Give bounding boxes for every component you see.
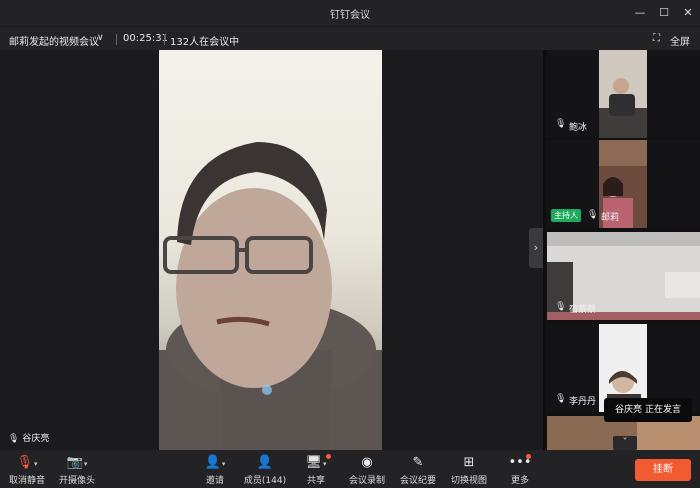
mic-icon: 🎙 <box>587 210 599 220</box>
main-video <box>159 50 382 450</box>
unmute-button[interactable]: 🎙▾ 取消静音 <box>0 454 54 486</box>
window-title: 钉钉会议 <box>330 10 370 21</box>
toast-speaker-name: 谷庆亮 <box>615 405 643 415</box>
notification-dot <box>326 454 331 459</box>
notification-dot <box>526 454 531 459</box>
speaker-name: 谷庆亮 <box>22 434 50 444</box>
members-button[interactable]: 👤 成员(144) <box>238 454 292 486</box>
fullscreen-label[interactable]: 全屏 <box>670 33 690 48</box>
muted-mic-icon: 🎙 <box>555 394 567 404</box>
participant-tile[interactable]: 🎙 宿蔡蔡 <box>547 232 700 320</box>
participant-name: 邮莉 <box>601 213 620 223</box>
divider <box>116 34 117 45</box>
share-button[interactable]: 🖥▾ 共享 <box>289 454 343 486</box>
divider <box>164 34 165 45</box>
camera-button[interactable]: 📷▾ 开摄像头 <box>50 454 104 486</box>
caret-icon[interactable]: ▾ <box>323 460 327 468</box>
camera-label: 开摄像头 <box>58 476 95 486</box>
participant-name: 宿蔡蔡 <box>569 305 597 315</box>
toast-status: 正在发言 <box>644 405 681 415</box>
title-bar: 钉钉会议 — ☐ ✕ <box>0 0 700 26</box>
record-icon: ◉ <box>361 455 373 470</box>
collapse-panel-button[interactable]: › <box>529 228 543 268</box>
more-label: 更多 <box>510 476 529 486</box>
minutes-label: 会议纪要 <box>399 476 436 486</box>
unmute-label: 取消静音 <box>8 476 45 486</box>
share-label: 共享 <box>306 476 325 486</box>
minutes-button[interactable]: ✎ 会议纪要 <box>391 454 445 486</box>
participant-tile[interactable]: 主持人 🎙 邮莉 <box>547 140 700 228</box>
close-icon[interactable]: ✕ <box>679 4 697 22</box>
maximize-icon[interactable]: ☐ <box>655 4 673 22</box>
muted-mic-icon: 🎙 <box>16 455 33 470</box>
meeting-name[interactable]: 邮莉发起的视频会议 <box>9 33 99 48</box>
meeting-info-bar: 邮莉发起的视频会议 ∨ 00:25:31 132人在会议中 ⛶ 全屏 <box>0 26 700 51</box>
participant-name: 鲍冰 <box>569 123 588 133</box>
muted-mic-icon: 🎙 <box>555 119 567 129</box>
record-label: 会议录制 <box>348 476 385 486</box>
muted-mic-icon: 🎙 <box>555 302 567 312</box>
person-icon: 👤 <box>256 455 274 470</box>
bottom-toolbar: 🎙▾ 取消静音 📷▾ 开摄像头 👤▾ 邀请 👤 成员(144) 🖥▾ 共享 ◉ … <box>0 450 700 488</box>
chevron-down-icon: ˅ <box>622 437 628 448</box>
caret-icon[interactable]: ▾ <box>222 460 226 468</box>
caret-icon[interactable]: ▾ <box>34 460 38 468</box>
minutes-icon: ✎ <box>412 455 424 470</box>
grid-view-icon: ⊞ <box>463 455 475 470</box>
main-stage: 🎙 谷庆亮 › <box>0 50 543 450</box>
invite-label: 邀请 <box>205 476 224 486</box>
camera-off-icon: 📷 <box>66 455 83 470</box>
hangup-button[interactable]: 挂断 <box>635 459 691 481</box>
invite-button[interactable]: 👤▾ 邀请 <box>188 454 242 486</box>
speaker-label: 🎙 谷庆亮 <box>8 431 49 444</box>
add-person-icon: 👤 <box>204 455 221 470</box>
speaking-toast: 谷庆亮 正在发言 <box>604 398 692 422</box>
participant-name: 李丹丹 <box>569 397 597 407</box>
record-button[interactable]: ◉ 会议录制 <box>340 454 394 486</box>
attendance-count: 132人在会议中 <box>170 37 240 48</box>
fullscreen-icon[interactable]: ⛶ <box>653 33 660 44</box>
participant-panel: ˄ 🎙 鲍冰 主持人 🎙 邮莉 🎙 宿蔡蔡 <box>543 50 700 450</box>
switch-view-button[interactable]: ⊞ 切换视图 <box>442 454 496 486</box>
meeting-duration: 00:25:31 <box>123 33 168 44</box>
more-button[interactable]: ••• 更多 <box>493 454 547 486</box>
caret-icon[interactable]: ▾ <box>84 460 88 468</box>
host-badge: 主持人 <box>551 209 581 222</box>
speaker-video-frame <box>159 142 382 450</box>
minimize-icon[interactable]: — <box>631 4 649 22</box>
members-label: 成员(144) <box>243 476 287 486</box>
screen-share-icon: 🖥 <box>305 455 322 470</box>
chevron-down-icon[interactable]: ∨ <box>97 33 104 43</box>
switch-view-label: 切换视图 <box>450 476 487 486</box>
mic-icon: 🎙 <box>8 434 20 444</box>
chevron-right-icon: › <box>533 241 539 254</box>
scroll-down-button[interactable]: ˅ <box>613 436 637 450</box>
participant-tile[interactable]: 🎙 鲍冰 <box>547 50 700 138</box>
